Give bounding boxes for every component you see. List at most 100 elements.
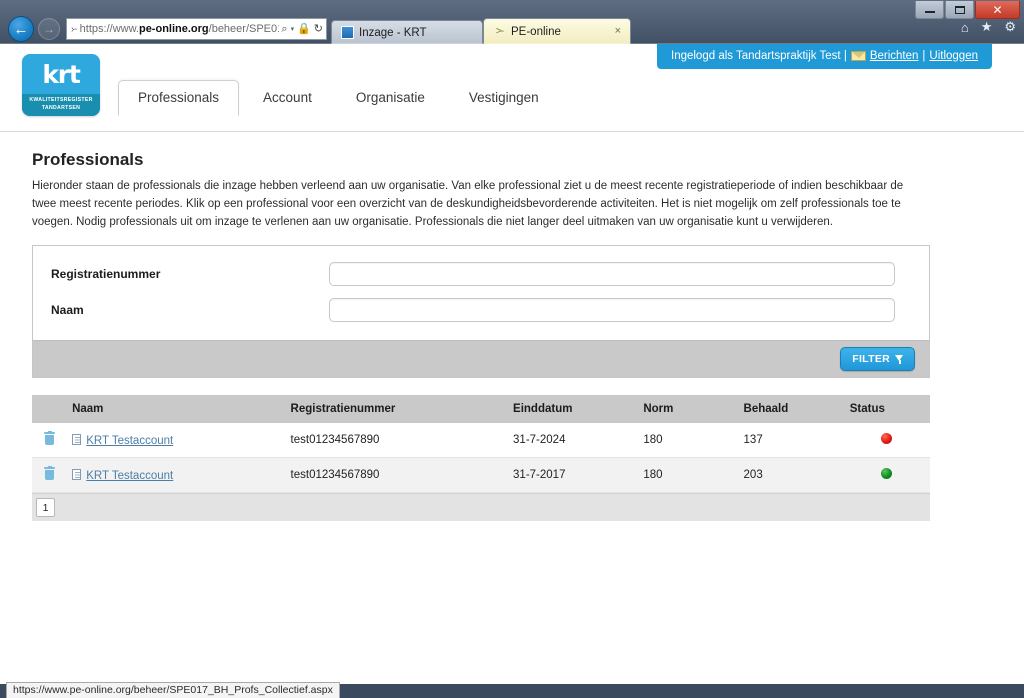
- tab-inzage-krt[interactable]: Inzage - KRT: [331, 20, 483, 44]
- tab-favicon-icon: >-: [495, 26, 504, 37]
- status-bar-url: https://www.pe-online.org/beheer/SPE017_…: [6, 681, 340, 698]
- naam-cell: KRT Testaccount: [66, 423, 285, 459]
- document-icon: [72, 433, 82, 445]
- tab-favicon-icon: [341, 26, 354, 39]
- browser-window: ✕ ← → ›- https://www.pe-online.org/behee…: [0, 0, 1024, 698]
- trash-icon[interactable]: [44, 430, 55, 446]
- forward-button[interactable]: →: [38, 18, 60, 40]
- tab-pe-online[interactable]: >- PE-online ×: [483, 18, 631, 44]
- table-header-row: Naam Registratienummer Einddatum Norm Be…: [32, 395, 930, 424]
- filter-button-label: FILTER: [852, 353, 890, 366]
- professionals-table: Naam Registratienummer Einddatum Norm Be…: [32, 395, 930, 494]
- funnel-icon: [895, 354, 904, 364]
- refresh-icon[interactable]: ↻: [314, 23, 323, 35]
- naam-cell: KRT Testaccount: [66, 457, 285, 494]
- registratienummer-input[interactable]: [329, 262, 895, 287]
- page-viewport: krt KWALITEITSREGISTER TANDARTSEN Profes…: [0, 44, 1024, 684]
- gear-icon[interactable]: ⚙: [1004, 19, 1016, 35]
- norm-cell: 180: [637, 423, 738, 459]
- address-bar-icons: ⌕ ▾ 🔒 ↻: [279, 22, 323, 35]
- professional-link[interactable]: KRT Testaccount: [86, 470, 173, 482]
- nav-item-account[interactable]: Account: [243, 80, 332, 116]
- chevron-down-icon[interactable]: ▾: [291, 26, 295, 33]
- userbar-separator: |: [922, 50, 926, 62]
- table-row: KRT Testaccount test01234567890 31-7-201…: [32, 457, 930, 494]
- krt-logo[interactable]: krt KWALITEITSREGISTER TANDARTSEN: [22, 54, 100, 116]
- tab-label: Inzage - KRT: [359, 26, 427, 39]
- einddatum-cell: 31-7-2024: [507, 423, 638, 459]
- professionals-table-wrapper: Naam Registratienummer Einddatum Norm Be…: [32, 395, 930, 522]
- pagination-page-1[interactable]: 1: [36, 498, 55, 518]
- column-header-naam: Naam: [66, 395, 285, 424]
- address-bar[interactable]: ›- https://www.pe-online.org/beheer/SPE0…: [66, 18, 327, 40]
- filter-button[interactable]: FILTER: [840, 347, 915, 372]
- status-badge: [881, 468, 893, 480]
- nav-item-vestigingen[interactable]: Vestigingen: [449, 80, 559, 116]
- favorites-star-icon[interactable]: ★: [981, 19, 993, 35]
- lock-icon: 🔒: [297, 22, 311, 35]
- professional-link[interactable]: KRT Testaccount: [86, 435, 173, 447]
- table-body: KRT Testaccount test01234567890 31-7-202…: [32, 423, 930, 494]
- browser-status-bar: https://www.pe-online.org/beheer/SPE017_…: [0, 681, 1024, 698]
- document-icon: [72, 468, 82, 480]
- naam-label: Naam: [51, 303, 84, 318]
- column-header-behaald: Behaald: [737, 395, 844, 424]
- close-tab-icon[interactable]: ×: [615, 26, 621, 37]
- table-header: Naam Registratienummer Einddatum Norm Be…: [32, 395, 930, 424]
- nav-item-organisatie[interactable]: Organisatie: [336, 80, 445, 116]
- browser-toolbar-icons: ⌂ ★ ⚙: [961, 19, 1016, 35]
- page-title: Professionals: [32, 150, 144, 169]
- main-navigation: Professionals Account Organisatie Vestig…: [118, 80, 559, 116]
- behaald-cell: 137: [737, 423, 844, 459]
- pagination: 1: [32, 493, 930, 522]
- column-header-einddatum: Einddatum: [507, 395, 638, 424]
- logo-subtitle-line1: KWALITEITSREGISTER: [29, 97, 93, 103]
- filter-fields: Registratienummer Naam: [33, 246, 929, 340]
- back-button[interactable]: ←: [8, 16, 34, 42]
- delete-cell: [32, 457, 67, 494]
- registratienummer-label: Registratienummer: [51, 267, 161, 282]
- behaald-cell: 203: [737, 457, 844, 494]
- tab-label: PE-online: [511, 25, 561, 38]
- registratienummer-cell: test01234567890: [284, 457, 508, 494]
- trash-icon[interactable]: [44, 465, 55, 481]
- home-icon[interactable]: ⌂: [961, 20, 969, 35]
- registratienummer-cell: test01234567890: [284, 423, 508, 459]
- berichten-link[interactable]: Berichten: [870, 50, 919, 62]
- field-row-registratienummer: Registratienummer: [33, 262, 929, 287]
- browser-titlebar: ✕ ← → ›- https://www.pe-online.org/behee…: [0, 0, 1024, 44]
- url-path: /beheer/SPE017_BH_Pro: [208, 23, 280, 35]
- status-cell: [843, 423, 930, 459]
- norm-cell: 180: [637, 457, 738, 494]
- naam-input[interactable]: [329, 298, 895, 323]
- search-icon[interactable]: ⌕: [281, 23, 287, 35]
- column-header-registratienummer: Registratienummer: [284, 395, 508, 424]
- status-badge: [881, 433, 893, 445]
- uitloggen-link[interactable]: Uitloggen: [929, 50, 978, 62]
- table-row: KRT Testaccount test01234567890 31-7-202…: [32, 423, 930, 459]
- status-cell: [843, 457, 930, 494]
- address-prefix-icon: ›-: [71, 23, 77, 35]
- filter-actions: FILTER: [33, 340, 929, 378]
- url-domain: pe-online.org: [138, 23, 209, 35]
- user-status-bar: Ingelogd als Tandartspraktijk Test | Ber…: [657, 44, 992, 69]
- tabstrip: Inzage - KRT >- PE-online ×: [331, 14, 631, 44]
- logged-in-label: Ingelogd als Tandartspraktijk Test |: [671, 50, 847, 62]
- mail-icon: [850, 51, 866, 61]
- einddatum-cell: 31-7-2017: [507, 457, 638, 494]
- delete-cell: [32, 423, 67, 459]
- nav-item-professionals[interactable]: Professionals: [118, 80, 240, 116]
- page-description: Hieronder staan de professionals die inz…: [32, 180, 904, 228]
- logo-subtitle-line2: TANDARTSEN: [41, 104, 81, 111]
- column-header-actions: [32, 395, 67, 424]
- logo-subtitle: KWALITEITSREGISTER TANDARTSEN: [22, 94, 100, 116]
- column-header-status: Status: [843, 395, 930, 424]
- main-content: Professionals Hieronder staan de profess…: [0, 132, 1024, 522]
- filter-panel: Registratienummer Naam FILTER: [32, 245, 930, 379]
- site-header: krt KWALITEITSREGISTER TANDARTSEN Profes…: [0, 44, 1024, 132]
- browser-nav-row: ← → ›- https://www.pe-online.org/beheer/…: [0, 14, 1024, 44]
- field-row-naam: Naam: [33, 298, 929, 323]
- url-scheme: https://www.: [79, 23, 139, 35]
- address-url: https://www.pe-online.org/beheer/SPE017_…: [80, 24, 280, 35]
- logo-wordmark: krt: [42, 59, 81, 89]
